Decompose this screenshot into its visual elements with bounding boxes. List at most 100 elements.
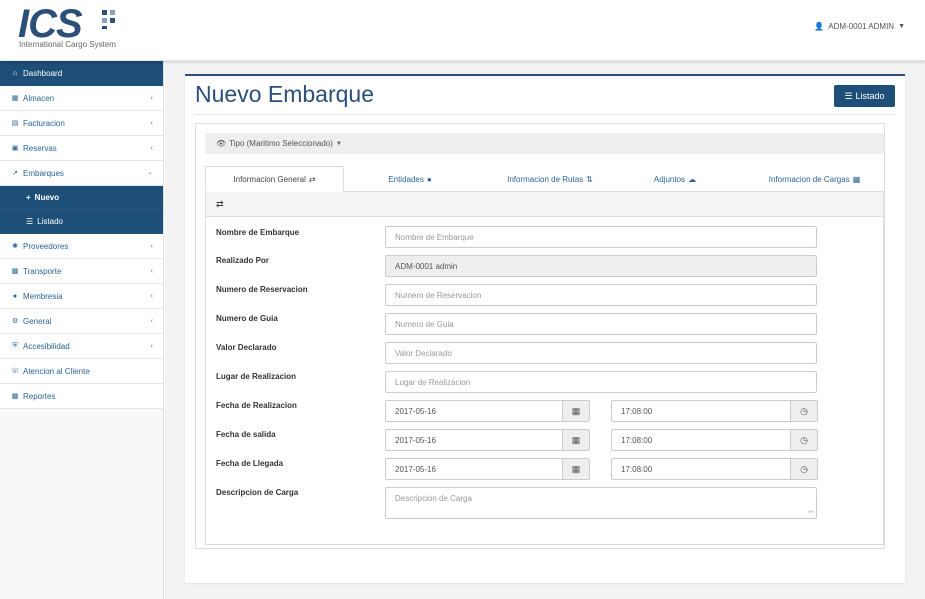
listado-button[interactable]: ☰ Listado [834,85,895,107]
tab-informacion-rutas[interactable]: Informacion de Rutas ⇅ [495,166,605,192]
tab-entidades[interactable]: Entidades ● [365,166,455,192]
plus-icon: + [26,193,31,202]
sidebar-item-general[interactable]: ⚙ General ‹ [0,309,163,334]
sidebar-item-label: Reservas [23,143,57,153]
bus-icon: ▩ [11,268,19,275]
clock-icon[interactable]: ◷ [791,458,818,480]
sidebar-item-almacen[interactable]: ▦ Almacen ‹ [0,86,163,111]
numero-reservacion-input[interactable]: Numero de Reservacion [385,284,817,306]
type-selector[interactable]: 👁 Tipo (Maritimo Seleccionado) ▼ [205,133,884,154]
chevron-left-icon: ‹ [150,118,153,127]
tab-label: Informacion de Cargas [768,174,850,184]
tab-label: Entidades [388,174,424,184]
numero-guia-input[interactable]: Numero de Guia [385,313,817,335]
sidebar-item-label: Embarques [23,168,64,178]
lugar-realizacion-input[interactable]: Lugar de Realizacion [385,371,817,393]
tab-informacion-cargas[interactable]: Informacion de Cargas ▦ [762,166,867,192]
logo[interactable]: ICS International Cargo System [18,4,128,52]
user-icon: 👤 [814,22,825,31]
fecha-llegada-date-input[interactable]: 2017-05-16 [385,458,563,480]
sidebar-item-label: Dashboard [23,68,63,78]
user-menu[interactable]: 👤 ADM-0001 ADMIN ▼ [814,22,905,31]
tab-label: Informacion de Rutas [507,174,584,184]
fecha-salida-label: Fecha de salida [216,430,276,439]
descripcion-placeholder: Descripcion de Carga [395,494,472,503]
tab-informacion-general[interactable]: Informacion General ⇄ [205,166,344,192]
eye-icon: 👁 [216,139,227,148]
calendar-icon[interactable]: ▦ [563,458,590,480]
chevron-left-icon: ‹ [150,143,153,152]
file-icon: ▤ [11,120,19,127]
sidebar-item-label: General [23,316,52,326]
chevron-down-icon: ⌄ [147,169,153,176]
tab-panel-header: ⇄ [206,192,883,217]
sidebar-item-label: Reportes [23,391,56,401]
calendar-icon[interactable]: ▦ [563,429,590,451]
list-icon: ☰ [844,90,853,101]
sidebar-item-proveedores[interactable]: ✱ Proveedores ‹ [0,234,163,259]
sidebar-subitem-nuevo[interactable]: + Nuevo [0,186,163,210]
sidebar-item-membresia[interactable]: ● Membresia ‹ [0,284,163,309]
sidebar-subitem-listado[interactable]: ☰ Listado [0,210,163,234]
descripcion-label: Descripcion de Carga [216,488,299,497]
page-title: Nuevo Embarque [195,81,374,107]
sidebar-item-dashboard[interactable]: ⌂ Dashboard [0,61,163,86]
cubes-icon: ▦ [852,174,861,184]
random-icon: ⇅ [586,174,593,184]
sidebar-item-embarques[interactable]: ↗ Embarques ⌄ [0,161,163,186]
resize-handle-icon[interactable]: ⇿ [808,508,814,516]
sidebar-item-facturacion[interactable]: ▤ Facturacion ‹ [0,111,163,136]
home-icon: ⌂ [12,69,18,77]
tabs: Informacion General ⇄ Entidades ● Inform… [205,166,884,192]
sidebar-subitem-label: Listado [37,217,63,226]
sidebar-item-label: Accesibilidad [23,341,70,351]
fecha-salida-date-input[interactable]: 2017-05-16 [385,429,563,451]
fecha-llegada-time-input[interactable]: 17:08:00 [611,458,791,480]
valor-label: Valor Declarado [216,343,277,352]
top-bar: ICS International Cargo System 👤 ADM-000… [0,0,925,61]
user-name: ADM-0001 ADMIN [828,22,895,31]
fecha-realizacion-time-input[interactable]: 17:08:00 [611,400,791,422]
lugar-label: Lugar de Realizacion [216,372,297,381]
descripcion-carga-textarea[interactable]: Descripcion de Carga ⇿ [385,487,817,519]
valor-declarado-input[interactable]: Valor Declarado [385,342,817,364]
exchange-icon: ⇄ [308,174,316,184]
fecha-realizacion-date-input[interactable]: 2017-05-16 [385,400,563,422]
clock-icon[interactable]: ◷ [791,429,818,451]
realizado-por-field: ADM-0001 admin [385,255,817,277]
tab-label: Adjuntos [653,174,686,184]
chevron-left-icon: ‹ [150,241,153,250]
logo-subtitle: International Cargo System [19,40,116,49]
cubes-icon: ▦ [11,95,19,102]
chevron-left-icon: ‹ [150,341,153,350]
logo-dots [102,10,116,30]
fecha-realizacion-label: Fecha de Realizacion [216,401,297,410]
bar-chart-icon: ▩ [11,393,19,400]
calendar-icon[interactable]: ▦ [563,400,590,422]
fecha-salida-time-input[interactable]: 17:08:00 [611,429,791,451]
tab-adjuntos[interactable]: Adjuntos ☁ [645,166,705,192]
list-icon: ☰ [26,217,34,226]
chevron-left-icon: ‹ [150,93,153,102]
sidebar: ⌂ Dashboard ▦ Almacen ‹ ▤ Facturacion ‹ … [0,61,164,599]
sidebar-item-label: Almacen [23,93,55,103]
sidebar-item-label: Proveedores [23,241,69,251]
nombre-embarque-input[interactable]: Nombre de Embarque [385,226,817,248]
calendar-icon: ▣ [11,145,19,152]
sidebar-item-label: Membresia [23,291,63,301]
sidebar-item-accesibilidad[interactable]: ⛨ Accesibilidad ‹ [0,334,163,359]
sidebar-item-reportes[interactable]: ▩ Reportes [0,384,163,409]
phone-icon: ☏ [10,368,20,375]
fecha-llegada-label: Fecha de Llegada [216,459,284,468]
tab-panel: ⇄ Nombre de Embarque Nombre de Embarque … [205,191,884,545]
gears-icon: ⚙ [11,318,19,325]
sidebar-item-atencion-cliente[interactable]: ☏ Atencion al Cliente [0,359,163,384]
sidebar-subitem-label: Nuevo [34,193,60,202]
sidebar-item-transporte[interactable]: ▩ Transporte ‹ [0,259,163,284]
sidebar-item-label: Atencion al Cliente [23,366,90,376]
clock-icon[interactable]: ◷ [791,400,818,422]
shield-icon: ⛨ [12,342,18,349]
sidebar-item-reservas[interactable]: ▣ Reservas ‹ [0,136,163,161]
listado-button-label: Listado [855,91,885,101]
external-link-icon: ↗ [12,170,18,177]
